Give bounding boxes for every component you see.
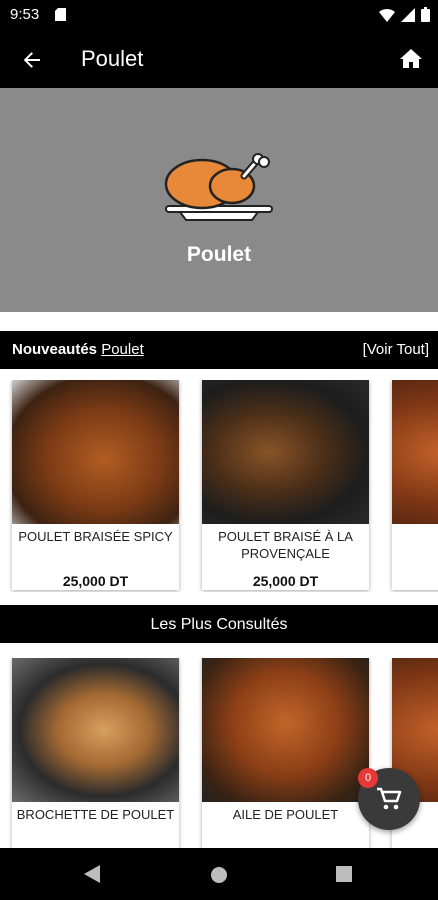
product-card[interactable]: AILE DE POULET [202,658,369,848]
section-header-popular: Les Plus Consultés [0,605,438,643]
see-all-link[interactable]: [Voir Tout] [363,341,429,358]
product-image [202,380,369,524]
product-card[interactable]: POULET BRAISÉ À LA PROVENÇALE 25,000 DT [202,380,369,590]
system-navigation-bar [0,848,438,900]
roast-chicken-icon [162,148,274,228]
section-title: Les Plus Consultés [150,616,288,633]
product-name: AILE DE POULET [232,807,339,822]
product-image [12,380,179,524]
section-title: Nouveautés Poulet [12,341,144,358]
nav-home-icon[interactable] [210,866,228,889]
sd-card-icon [55,8,66,26]
product-image [12,658,179,802]
status-bar: 9:53 [0,0,438,30]
product-card[interactable]: POULET BRAISÉE SPICY 25,000 DT [12,380,179,590]
signal-icon [401,7,415,27]
section-category-link[interactable]: Poulet [101,341,144,358]
banner-title: Poulet [186,243,252,266]
product-price: 25,000 DT [252,573,319,589]
product-name: BROCHETTE DE POULET [16,807,175,822]
battery-icon [421,7,430,27]
section-label: Nouveautés [12,341,98,358]
nav-back-icon[interactable] [84,865,100,888]
nav-recents-icon[interactable] [336,866,352,887]
back-arrow-icon[interactable] [18,46,46,74]
product-card[interactable]: PO [392,380,438,590]
product-card[interactable]: BROCHETTE DE POULET [12,658,179,848]
status-icons [379,7,430,27]
new-items-carousel[interactable]: POULET BRAISÉE SPICY 25,000 DT POULET BR… [0,380,438,592]
cart-count-badge: 0 [358,768,378,788]
home-icon[interactable] [398,46,424,72]
page-title: Poulet [81,46,144,71]
product-name: PO [396,528,438,545]
app-toolbar: Poulet [0,30,438,88]
product-image [392,380,438,524]
cart-button[interactable]: 0 [358,768,420,830]
section-header-new: Nouveautés Poulet [Voir Tout] [0,331,438,369]
shopping-cart-icon [376,787,402,816]
product-image [202,658,369,802]
product-price: 25,000 DT [62,573,129,589]
status-time: 9:53 [10,6,40,23]
category-banner: Poulet [0,88,438,312]
wifi-icon [379,8,395,27]
product-name: POULET BRAISÉ À LA PROVENÇALE [218,529,353,561]
product-name: POULET BRAISÉE SPICY [18,529,173,544]
